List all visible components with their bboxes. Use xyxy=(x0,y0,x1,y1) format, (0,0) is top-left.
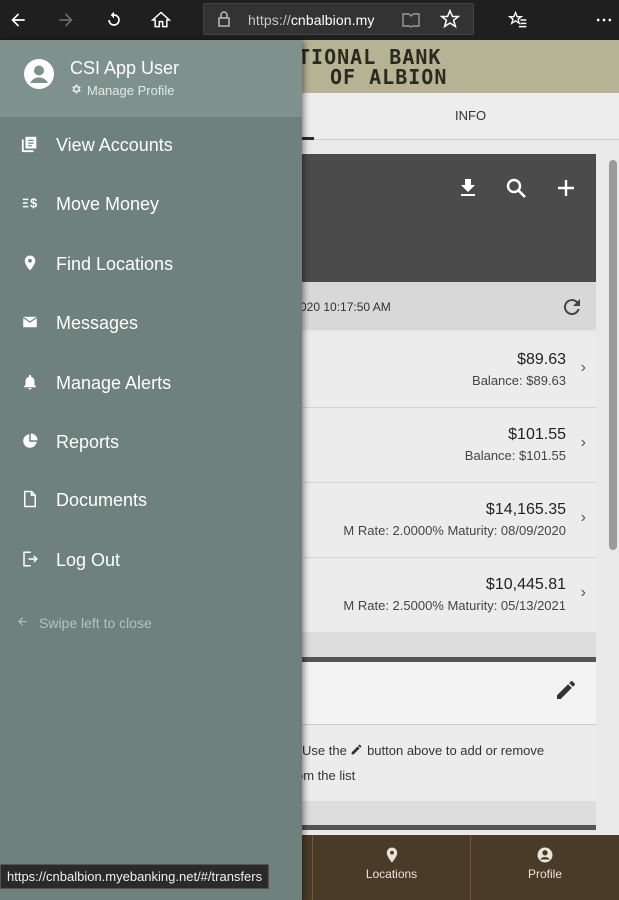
arrow-left-icon xyxy=(16,615,29,631)
account-row[interactable]: $101.55 Balance: $101.55 › xyxy=(300,408,596,483)
nav-locations-label: Locations xyxy=(365,867,418,881)
chevron-right-icon: › xyxy=(580,509,586,526)
bank-name-line2: OF ALBION xyxy=(330,65,448,89)
account-amount: $101.55 xyxy=(508,426,566,443)
chevron-right-icon: › xyxy=(580,434,586,451)
menu-label: Find Locations xyxy=(56,254,174,274)
lock-icon xyxy=(217,11,231,32)
favorites-list-icon[interactable] xyxy=(504,6,532,34)
chevron-right-icon: › xyxy=(580,359,586,376)
shortcuts-hint-card xyxy=(300,725,596,801)
account-row[interactable]: $89.63 Balance: $89.63 › xyxy=(300,333,596,408)
menu-label: Move Money xyxy=(56,194,160,214)
swipe-hint-text: Swipe left to close xyxy=(39,615,152,631)
menu-label: Manage Alerts xyxy=(56,373,172,393)
account-row[interactable]: $14,165.35 M Rate: 2.0000% Maturity: 08/… xyxy=(300,483,596,558)
manage-profile-link[interactable]: Manage Profile xyxy=(70,83,174,98)
svg-text:$: $ xyxy=(30,197,37,211)
chevron-right-icon: › xyxy=(580,584,586,601)
menu-reports[interactable]: Reports xyxy=(0,418,302,470)
menu-label: Messages xyxy=(56,313,139,333)
manage-profile-label: Manage Profile xyxy=(87,83,175,98)
scrollbar[interactable] xyxy=(609,160,617,550)
bell-icon xyxy=(21,373,41,393)
profile-icon xyxy=(471,846,619,867)
status-url-tooltip: https://cnbalbion.myebanking.net/#/trans… xyxy=(0,864,270,889)
tab-info[interactable]: INFO xyxy=(455,108,486,123)
section-gap xyxy=(300,801,596,827)
menu-documents[interactable]: Documents xyxy=(0,476,302,528)
address-bar[interactable]: https://cnbalbion.my xyxy=(203,3,474,35)
navigation-drawer: CSI App User Manage Profile View Account… xyxy=(0,40,302,900)
home-icon[interactable] xyxy=(147,6,175,34)
menu-label: Log Out xyxy=(56,550,121,570)
pie-chart-icon xyxy=(21,432,41,452)
menu-label: View Accounts xyxy=(56,135,173,155)
account-detail: Balance: $89.63 xyxy=(472,373,566,388)
forward-icon[interactable] xyxy=(52,6,80,34)
drawer-header: CSI App User Manage Profile xyxy=(0,40,302,117)
user-avatar-icon xyxy=(23,58,55,90)
swipe-hint: Swipe left to close xyxy=(16,615,152,631)
menu-label: Reports xyxy=(56,432,120,452)
gear-icon xyxy=(70,83,82,98)
download-icon[interactable] xyxy=(456,176,480,200)
user-name: CSI App User xyxy=(70,58,180,78)
transfer-icon: $ xyxy=(21,194,41,214)
document-icon xyxy=(21,490,41,510)
account-amount: $89.63 xyxy=(517,351,566,368)
section-divider xyxy=(300,825,596,830)
menu-log-out[interactable]: Log Out xyxy=(0,536,302,588)
menu-view-accounts[interactable]: View Accounts xyxy=(0,121,302,173)
refresh-icon[interactable] xyxy=(100,6,128,34)
mail-icon xyxy=(21,313,41,333)
section-gap xyxy=(300,632,596,658)
accounts-icon xyxy=(21,135,41,155)
refresh-accounts-icon[interactable] xyxy=(560,295,584,319)
reading-view-icon[interactable] xyxy=(402,12,420,33)
nav-profile[interactable]: Profile xyxy=(471,835,619,900)
more-menu-icon[interactable] xyxy=(590,6,618,34)
account-detail: M Rate: 2.5000% Maturity: 05/13/2021 xyxy=(343,598,566,613)
favorite-star-icon[interactable] xyxy=(439,8,461,34)
pencil-inline-icon xyxy=(350,743,363,758)
account-amount: $10,445.81 xyxy=(485,576,566,593)
menu-messages[interactable]: Messages xyxy=(0,299,302,351)
logout-icon xyxy=(21,550,41,570)
menu-move-money[interactable]: $ Move Money xyxy=(0,180,302,232)
last-updated-text: 020 10:17:50 AM xyxy=(300,300,391,314)
location-pin-icon xyxy=(21,254,41,274)
add-icon[interactable] xyxy=(554,176,578,200)
edit-pencil-icon[interactable] xyxy=(554,678,578,702)
nav-profile-label: Profile xyxy=(527,867,562,881)
back-icon[interactable] xyxy=(4,6,32,34)
shortcuts-hint-line2: om the list xyxy=(296,768,356,783)
search-icon[interactable] xyxy=(504,176,528,200)
nav-locations[interactable]: Locations xyxy=(313,835,470,900)
accounts-header xyxy=(300,154,596,282)
account-detail: Balance: $101.55 xyxy=(464,448,566,463)
menu-label: Documents xyxy=(56,490,148,510)
browser-toolbar: https://cnbalbion.my xyxy=(0,0,619,40)
account-detail: M Rate: 2.0000% Maturity: 08/09/2020 xyxy=(343,523,566,538)
bank-name-line1: TIONAL BANK xyxy=(298,45,442,69)
location-pin-icon xyxy=(313,846,470,867)
account-amount: $14,165.35 xyxy=(485,501,566,518)
active-tab-indicator xyxy=(300,137,314,140)
shortcuts-hint-line1: Use the button above to add or remove xyxy=(302,743,545,758)
shortcuts-header xyxy=(300,662,596,725)
url-text: https://cnbalbion.my xyxy=(248,12,375,28)
account-row[interactable]: $10,445.81 M Rate: 2.5000% Maturity: 05/… xyxy=(300,558,596,633)
menu-manage-alerts[interactable]: Manage Alerts xyxy=(0,359,302,411)
menu-find-locations[interactable]: Find Locations xyxy=(0,240,302,292)
